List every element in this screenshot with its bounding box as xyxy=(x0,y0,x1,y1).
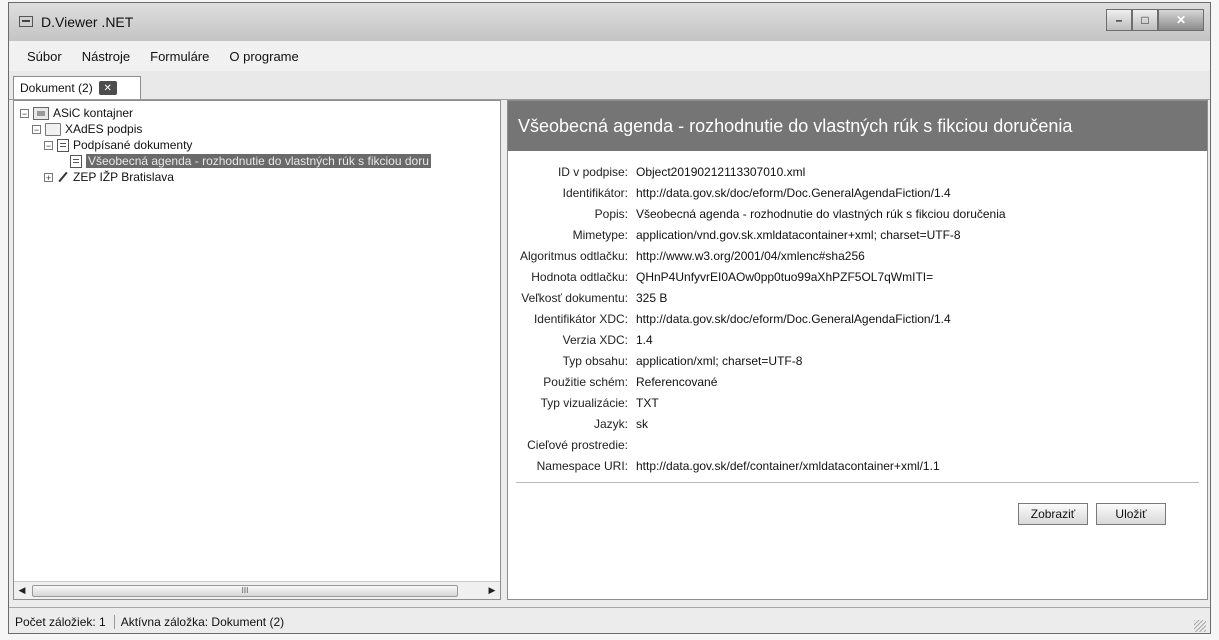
tree-node-xades[interactable]: − XAdES podpis xyxy=(32,121,142,137)
property-value: http://www.w3.org/2001/04/xmlenc#sha256 xyxy=(636,249,865,263)
property-value: 325 B xyxy=(636,291,668,305)
content-area: − ASiC kontajner − XAdES podpis − Podpís… xyxy=(9,100,1210,600)
property-label: Popis: xyxy=(594,207,628,221)
property-row: Veľkosť dokumentu: 325 B xyxy=(508,289,1207,307)
app-window: D.Viewer .NET – □ ✕ Súbor Nástroje Formu… xyxy=(8,2,1211,634)
tab-strip: Dokument (2) ✕ xyxy=(9,71,1210,100)
property-row: Použitie schém: Referencované xyxy=(508,373,1207,391)
status-bar: Počet záložiek: 1 Aktívna záložka: Dokum… xyxy=(9,607,1210,633)
property-value: Referencované xyxy=(636,375,718,389)
separator xyxy=(516,482,1199,483)
property-value: http://data.gov.sk/doc/eform/Doc.General… xyxy=(636,186,951,200)
property-label: Mimetype: xyxy=(572,228,628,242)
document-tree: − ASiC kontajner − XAdES podpis − Podpís… xyxy=(13,100,501,600)
property-row: ID v podpise: Object20190212113307010.xm… xyxy=(508,163,1207,181)
collapse-icon[interactable]: − xyxy=(20,108,29,118)
tree-node-signed-docs[interactable]: − Podpísané dokumenty xyxy=(44,137,192,153)
tab-close-icon[interactable]: ✕ xyxy=(98,81,117,95)
property-label: Hodnota odtlačku: xyxy=(531,270,628,284)
horizontal-scrollbar[interactable]: ◀ III ▶ xyxy=(14,581,500,599)
tree-label-xades: XAdES podpis xyxy=(65,122,143,136)
window-title: D.Viewer .NET xyxy=(41,14,134,30)
scroll-left-icon[interactable]: ◀ xyxy=(16,584,28,596)
property-row: Typ vizualizácie: TXT xyxy=(508,394,1207,412)
property-label: Namespace URI: xyxy=(536,459,628,473)
tree-label-signed-docs: Podpísané dokumenty xyxy=(73,138,193,152)
menu-bar: Súbor Nástroje Formuláre O programe xyxy=(9,41,1210,71)
property-row: Mimetype: application/vnd.gov.sk.xmldata… xyxy=(508,226,1207,244)
property-label: Algoritmus odtlačku: xyxy=(519,249,628,263)
resize-grip-icon[interactable] xyxy=(1194,620,1206,632)
property-row: Cieľové prostredie: xyxy=(508,436,1207,454)
expand-icon[interactable]: + xyxy=(44,172,53,182)
menu-about[interactable]: O programe xyxy=(229,49,298,64)
close-button[interactable]: ✕ xyxy=(1158,9,1204,31)
maximize-button[interactable]: □ xyxy=(1132,9,1158,31)
tree-label-container: ASiC kontajner xyxy=(53,106,134,120)
tab-document[interactable]: Dokument (2) ✕ xyxy=(13,76,141,99)
document-icon xyxy=(70,154,82,168)
property-value: QHnP4UnfyvrEI0AOw0pp0tuo99aXhPZF5OL7qWmI… xyxy=(636,270,934,284)
show-button[interactable]: Zobraziť xyxy=(1018,503,1088,525)
property-value: application/vnd.gov.sk.xmldatacontainer+… xyxy=(636,228,961,242)
collapse-icon[interactable]: − xyxy=(32,124,41,134)
property-label: Typ vizualizácie: xyxy=(540,396,628,410)
app-icon xyxy=(19,16,33,27)
tab-label: Dokument (2) xyxy=(20,81,93,95)
property-value: Object20190212113307010.xml xyxy=(636,165,806,179)
property-row: Identifikátor XDC: http://data.gov.sk/do… xyxy=(508,310,1207,328)
scroll-right-icon[interactable]: ▶ xyxy=(486,584,498,596)
property-row: Identifikátor: http://data.gov.sk/doc/ef… xyxy=(508,184,1207,202)
save-button[interactable]: Uložiť xyxy=(1096,503,1166,525)
property-label: Typ obsahu: xyxy=(562,354,628,368)
detail-header: Všeobecná agenda - rozhodnutie do vlastn… xyxy=(508,101,1207,151)
minimize-button[interactable]: – xyxy=(1106,9,1132,31)
property-value: 1.4 xyxy=(636,333,653,347)
window-controls: – □ ✕ xyxy=(1106,9,1204,31)
property-row: Hodnota odtlačku: QHnP4UnfyvrEI0AOw0pp0t… xyxy=(508,268,1207,286)
menu-file[interactable]: Súbor xyxy=(27,49,62,64)
tree-node-document[interactable]: Všeobecná agenda - rozhodnutie do vlastn… xyxy=(70,153,431,169)
property-row: Algoritmus odtlačku: http://www.w3.org/2… xyxy=(508,247,1207,265)
title-bar: D.Viewer .NET – □ ✕ xyxy=(9,3,1210,42)
property-label: ID v podpise: xyxy=(557,165,628,179)
property-label: Použitie schém: xyxy=(543,375,628,389)
status-tab-count: Počet záložiek: 1 xyxy=(15,614,115,629)
tree-node-signature[interactable]: + ZEP IŽP Bratislava xyxy=(44,169,174,185)
folder-icon xyxy=(45,122,61,136)
property-row: Typ obsahu: application/xml; charset=UTF… xyxy=(508,352,1207,370)
property-value: Všeobecná agenda - rozhodnutie do vlastn… xyxy=(636,207,1006,221)
property-value: sk xyxy=(636,417,648,431)
property-label: Jazyk: xyxy=(593,417,628,431)
tree-label-document: Všeobecná agenda - rozhodnutie do vlastn… xyxy=(86,154,431,168)
property-row: Namespace URI: http://data.gov.sk/def/co… xyxy=(508,457,1207,475)
detail-title: Všeobecná agenda - rozhodnutie do vlastn… xyxy=(518,115,1073,136)
document-icon xyxy=(57,138,69,152)
tree-node-container[interactable]: − ASiC kontajner xyxy=(20,105,133,121)
property-label: Identifikátor: xyxy=(562,186,628,200)
property-value: http://data.gov.sk/def/container/xmldata… xyxy=(636,459,940,473)
property-label: Identifikátor XDC: xyxy=(533,312,628,326)
property-value: TXT xyxy=(636,396,659,410)
container-icon xyxy=(33,106,49,120)
status-active-tab: Aktívna záložka: Dokument (2) xyxy=(120,614,285,629)
detail-panel: Všeobecná agenda - rozhodnutie do vlastn… xyxy=(507,100,1208,600)
tree-label-signature: ZEP IŽP Bratislava xyxy=(73,170,174,184)
menu-tools[interactable]: Nástroje xyxy=(82,49,130,64)
scroll-thumb[interactable]: III xyxy=(32,585,458,597)
property-label: Cieľové prostredie: xyxy=(527,438,628,452)
property-row: Verzia XDC: 1.4 xyxy=(508,331,1207,349)
property-label: Verzia XDC: xyxy=(562,333,628,347)
collapse-icon[interactable]: − xyxy=(44,140,53,150)
property-row: Jazyk: sk xyxy=(508,415,1207,433)
menu-forms[interactable]: Formuláre xyxy=(150,49,209,64)
property-value: http://data.gov.sk/doc/eform/Doc.General… xyxy=(636,312,951,326)
pen-icon xyxy=(57,171,69,183)
property-row: Popis: Všeobecná agenda - rozhodnutie do… xyxy=(508,205,1207,223)
property-label: Veľkosť dokumentu: xyxy=(521,291,628,305)
property-value: application/xml; charset=UTF-8 xyxy=(636,354,803,368)
